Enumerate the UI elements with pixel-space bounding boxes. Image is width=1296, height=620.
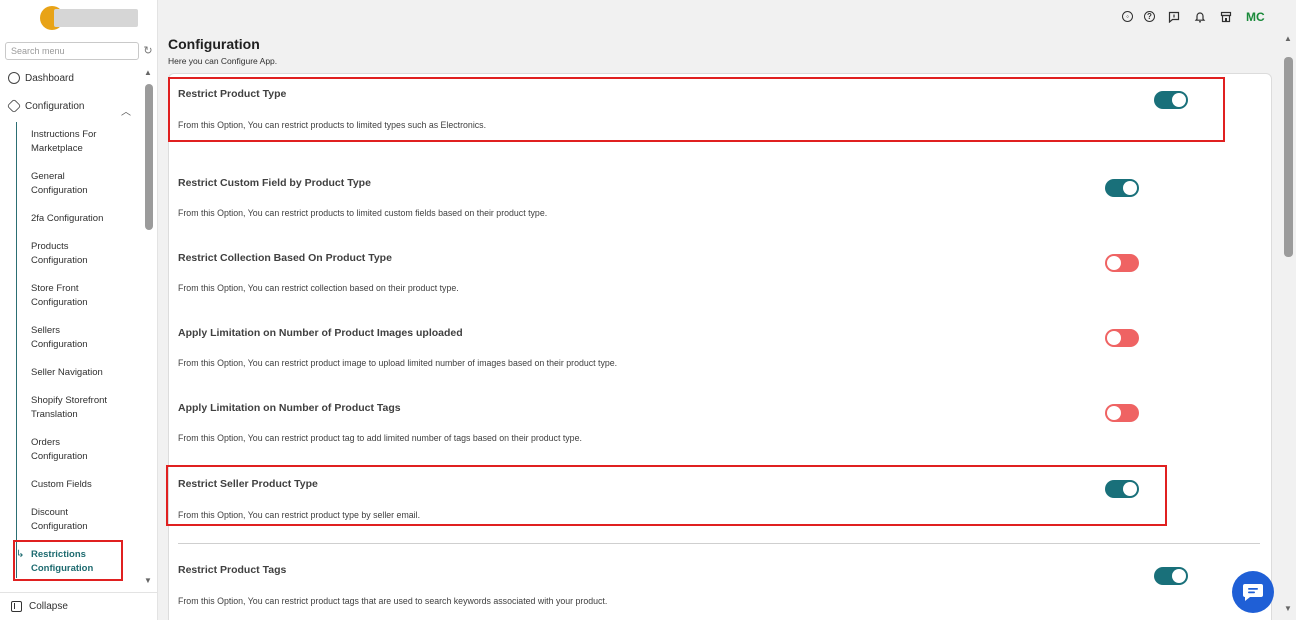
chat-support-button[interactable]: [1232, 571, 1274, 613]
sidebar-subitem-label: Shopify Storefront: [31, 395, 108, 406]
sidebar-subitem-label: Custom Fields: [31, 479, 92, 490]
collapse-button[interactable]: Collapse: [0, 592, 157, 620]
option-title: Apply Limitation on Number of Product Ta…: [178, 402, 401, 414]
option-title: Restrict Product Tags: [178, 564, 287, 576]
chat-message-icon[interactable]: [1166, 9, 1181, 24]
option-toggle[interactable]: [1105, 254, 1139, 272]
sidebar-subitem[interactable]: Seller Navigation: [31, 366, 131, 380]
sidebar-item-label: Dashboard: [25, 72, 74, 84]
sidebar-item-dashboard[interactable]: Dashboard: [8, 72, 74, 84]
sidebar: ↻ Dashboard Configuration ︿ Instructions…: [0, 0, 158, 620]
sidebar-subitem-label: Seller Navigation: [31, 367, 103, 378]
sidebar-subitem-label: Orders: [31, 437, 61, 448]
sidebar-subitem-label: Marketplace: [31, 143, 83, 154]
sidebar-item-configuration[interactable]: Configuration: [6, 98, 85, 114]
sidebar-subitem[interactable]: Shopify Storefront Translation: [31, 394, 131, 422]
store-icon[interactable]: [1218, 9, 1233, 24]
sidebar-subitem-label: Sellers: [31, 325, 61, 336]
account-icon[interactable]: ◦: [1122, 11, 1133, 22]
sidebar-subitem[interactable]: Custom Fields: [31, 478, 131, 492]
collapse-icon: [11, 601, 22, 612]
user-avatar[interactable]: MC: [1246, 10, 1265, 24]
highlight-box: [13, 540, 123, 581]
topbar-icons: ◦ ? MC: [1122, 9, 1265, 24]
settings-icon: [6, 98, 22, 114]
sidebar-subitem-label: Instructions For: [31, 129, 97, 140]
option-title: Restrict Collection Based On Product Typ…: [178, 252, 392, 264]
option-description: From this Option, You can restrict produ…: [178, 358, 618, 368]
sidebar-subitem[interactable]: Orders Configuration: [31, 436, 131, 464]
option-description: From this Option, You can restrict produ…: [178, 596, 608, 606]
sidebar-subitem[interactable]: General Configuration: [31, 170, 131, 198]
sidebar-scrollbar[interactable]: [145, 84, 153, 230]
submenu-line: [16, 122, 17, 578]
sidebar-subitem[interactable]: Instructions For Marketplace: [31, 128, 131, 156]
scroll-up-arrow-icon[interactable]: ▲: [1284, 34, 1292, 43]
option-toggle[interactable]: [1105, 179, 1139, 197]
bell-icon[interactable]: [1192, 9, 1207, 24]
highlight-box: [166, 465, 1167, 526]
chat-bubble-icon: [1243, 584, 1263, 601]
option-description: From this Option, You can restrict colle…: [178, 283, 459, 293]
sidebar-subitem-label: Configuration: [31, 185, 88, 196]
chevron-up-icon[interactable]: ︿: [121, 103, 131, 118]
toggle-knob: [1107, 256, 1121, 270]
scroll-down-arrow-icon[interactable]: ▼: [1284, 604, 1292, 613]
sidebar-subitem-label: Discount: [31, 507, 68, 518]
sidebar-subitem-label: Configuration: [31, 339, 88, 350]
main-scrollbar[interactable]: [1284, 57, 1293, 257]
sidebar-subitem-label: Configuration: [31, 255, 88, 266]
dashboard-icon: [8, 72, 20, 84]
sidebar-subitem-label: Configuration: [31, 451, 88, 462]
toggle-knob: [1107, 406, 1121, 420]
configuration-card: [168, 73, 1272, 620]
toggle-knob: [1123, 181, 1137, 195]
option-toggle[interactable]: [1154, 567, 1188, 585]
option-description: From this Option, You can restrict produ…: [178, 208, 548, 218]
sidebar-subitem[interactable]: Products Configuration: [31, 240, 131, 268]
highlight-box: [168, 77, 1225, 142]
option-toggle[interactable]: [1105, 404, 1139, 422]
scroll-down-arrow-icon[interactable]: ▼: [144, 576, 152, 585]
sidebar-subitem[interactable]: Discount Configuration: [31, 506, 131, 534]
sidebar-item-label: Configuration: [25, 100, 85, 112]
scroll-up-arrow-icon[interactable]: ▲: [144, 68, 152, 77]
sidebar-subitem[interactable]: 2fa Configuration: [31, 212, 131, 226]
page-subtitle: Here you can Configure App.: [168, 56, 278, 66]
app-logo[interactable]: [40, 6, 140, 30]
sidebar-subitem-label: Configuration: [31, 297, 88, 308]
refresh-icon[interactable]: ↻: [142, 45, 154, 57]
sidebar-subitem-label: Translation: [31, 409, 78, 420]
sidebar-subitem-label: 2fa Configuration: [31, 213, 104, 224]
toggle-knob: [1172, 569, 1186, 583]
page-title: Configuration: [168, 36, 260, 52]
option-toggle[interactable]: [1105, 329, 1139, 347]
search-menu-input[interactable]: [5, 42, 139, 60]
sidebar-subitem-label: Configuration: [31, 521, 88, 532]
option-title: Restrict Custom Field by Product Type: [178, 177, 371, 189]
divider: [178, 543, 1260, 544]
collapse-label: Collapse: [29, 601, 68, 612]
sidebar-subitem[interactable]: Store Front Configuration: [31, 282, 131, 310]
sidebar-subitem-label: Store Front: [31, 283, 79, 294]
help-icon[interactable]: ?: [1144, 11, 1155, 22]
sidebar-subitem[interactable]: Sellers Configuration: [31, 324, 131, 352]
toggle-knob: [1107, 331, 1121, 345]
logo-text-redacted: [54, 9, 138, 27]
sidebar-subitem-label: General: [31, 171, 65, 182]
sidebar-subitem-label: Products: [31, 241, 69, 252]
option-title: Apply Limitation on Number of Product Im…: [178, 327, 463, 339]
option-description: From this Option, You can restrict produ…: [178, 433, 582, 443]
